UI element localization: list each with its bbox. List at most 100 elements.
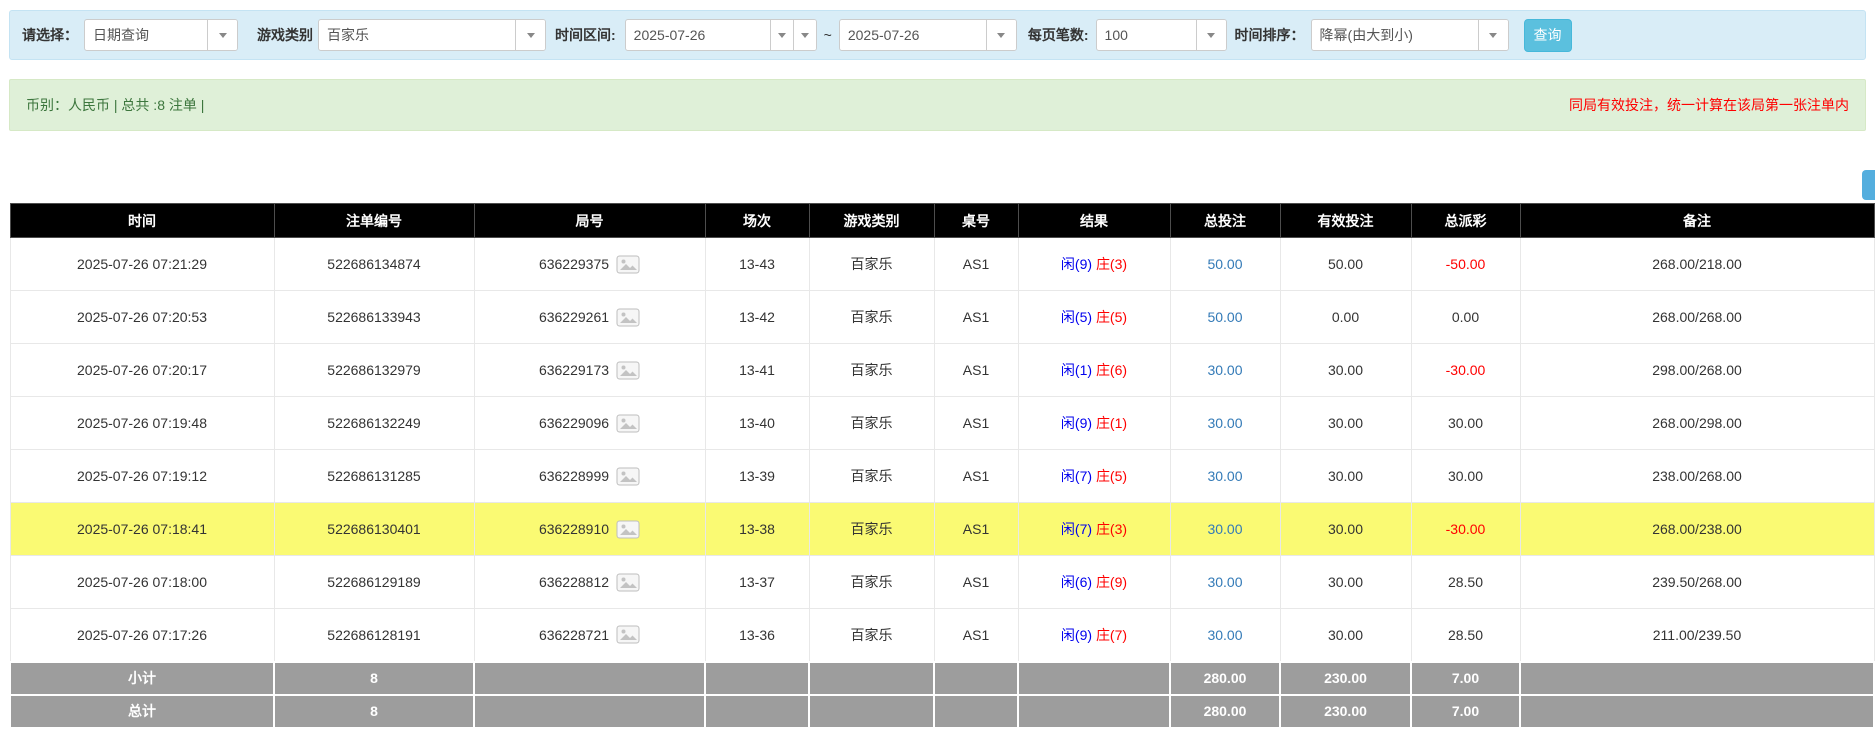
date-from-dropdown-button[interactable] [770, 20, 793, 50]
notice-text: 同局有效投注，统一计算在该局第一张注单内 [1569, 95, 1849, 115]
bet-id-cell: 522686132979 [274, 344, 474, 397]
game-type-dropdown-button[interactable] [515, 20, 545, 50]
total-bet-link[interactable]: 30.00 [1207, 521, 1242, 537]
sort-order-label: 时间排序： [1235, 25, 1305, 45]
round-cell: 636229173 [474, 344, 705, 397]
date-from-calendar-button[interactable] [793, 20, 816, 50]
table-row: 2025-07-26 07:20:17 522686132979 6362291… [10, 344, 1874, 397]
bet-records-table: 时间注单编号局号场次游戏类别桌号结果总投注有效投注总派彩备注 2025-07-2… [9, 203, 1875, 729]
replay-image-icon[interactable] [616, 520, 640, 539]
footer-label-cell: 小计 [10, 662, 274, 695]
replay-image-icon[interactable] [616, 625, 640, 644]
table-number-cell: AS1 [934, 450, 1018, 503]
bet-records-table-wrap: 时间注单编号局号场次游戏类别桌号结果总投注有效投注总派彩备注 2025-07-2… [9, 203, 1875, 729]
game-type-label: 游戏类别 [257, 25, 313, 45]
session-cell: 13-38 [705, 503, 809, 556]
note-cell: 268.00/298.00 [1520, 397, 1874, 450]
replay-image-icon[interactable] [616, 308, 640, 327]
note-cell: 239.50/268.00 [1520, 556, 1874, 609]
total-bet-link[interactable]: 30.00 [1207, 574, 1242, 590]
table-body: 2025-07-26 07:21:29 522686134874 6362293… [10, 238, 1874, 662]
bet-id-cell: 522686133943 [274, 291, 474, 344]
partial-button[interactable] [1862, 170, 1875, 200]
date-to-dropdown-button[interactable] [986, 20, 1016, 50]
column-header: 时间 [10, 204, 274, 238]
footer-valid-bet-cell: 230.00 [1280, 695, 1411, 728]
round-number: 636229261 [539, 309, 609, 325]
valid-bet-cell: 0.00 [1280, 291, 1411, 344]
payout-cell: -50.00 [1411, 238, 1520, 291]
date-from-input[interactable] [626, 20, 770, 50]
bet-id-cell: 522686134874 [274, 238, 474, 291]
session-cell: 13-37 [705, 556, 809, 609]
result-cell: 闲(9) 庄(7) [1018, 609, 1170, 662]
total-bet-link[interactable]: 50.00 [1207, 256, 1242, 272]
footer-payout-cell: 7.00 [1411, 662, 1520, 695]
total-bet-link[interactable]: 30.00 [1207, 362, 1242, 378]
game-type-cell: 百家乐 [809, 397, 934, 450]
note-cell: 298.00/268.00 [1520, 344, 1874, 397]
payout-cell: -30.00 [1411, 344, 1520, 397]
valid-bet-cell: 30.00 [1280, 609, 1411, 662]
search-button[interactable]: 查询 [1524, 19, 1572, 52]
round-number: 636228910 [539, 521, 609, 537]
round-number: 636228721 [539, 627, 609, 643]
footer-valid-bet-cell: 230.00 [1280, 662, 1411, 695]
table-row: 2025-07-26 07:18:00 522686129189 6362288… [10, 556, 1874, 609]
total-bet-link[interactable]: 30.00 [1207, 468, 1242, 484]
date-to-input[interactable] [840, 20, 986, 50]
time-cell: 2025-07-26 07:21:29 [10, 238, 274, 291]
valid-bet-cell: 50.00 [1280, 238, 1411, 291]
replay-image-icon[interactable] [616, 255, 640, 274]
banker-result: 庄(3) [1096, 256, 1127, 272]
filter-bar: 请选择： 游戏类别 时间区间: ~ 每页笔数: 时间排序： 查询 [9, 10, 1866, 60]
time-cell: 2025-07-26 07:20:17 [10, 344, 274, 397]
result-cell: 闲(9) 庄(3) [1018, 238, 1170, 291]
replay-image-icon[interactable] [616, 573, 640, 592]
game-type-input[interactable] [319, 20, 515, 50]
player-result: 闲(9) [1061, 256, 1092, 272]
sort-order-input[interactable] [1312, 20, 1478, 50]
valid-bet-cell: 30.00 [1280, 503, 1411, 556]
sort-order-dropdown-button[interactable] [1478, 20, 1508, 50]
chevron-down-icon [778, 33, 786, 38]
note-cell: 238.00/268.00 [1520, 450, 1874, 503]
game-type-cell: 百家乐 [809, 291, 934, 344]
round-cell: 636228812 [474, 556, 705, 609]
column-header: 桌号 [934, 204, 1018, 238]
replay-image-icon[interactable] [616, 414, 640, 433]
total-bet-link[interactable]: 30.00 [1207, 627, 1242, 643]
column-header: 场次 [705, 204, 809, 238]
table-header-row: 时间注单编号局号场次游戏类别桌号结果总投注有效投注总派彩备注 [10, 204, 1874, 238]
player-result: 闲(6) [1061, 574, 1092, 590]
table-footer: 小计 8 280.00 230.00 7.00 总计 8 280.00 230.… [10, 662, 1874, 728]
total-bet-link[interactable]: 30.00 [1207, 415, 1242, 431]
footer-count-cell: 8 [274, 662, 474, 695]
round-number: 636229375 [539, 256, 609, 272]
replay-image-icon[interactable] [616, 467, 640, 486]
time-cell: 2025-07-26 07:19:12 [10, 450, 274, 503]
table-row: 2025-07-26 07:20:53 522686133943 6362292… [10, 291, 1874, 344]
valid-bet-cell: 30.00 [1280, 556, 1411, 609]
time-cell: 2025-07-26 07:20:53 [10, 291, 274, 344]
column-header: 总派彩 [1411, 204, 1520, 238]
page-size-input[interactable] [1097, 20, 1196, 50]
page-size-dropdown-button[interactable] [1196, 20, 1226, 50]
replay-image-icon[interactable] [616, 361, 640, 380]
result-cell: 闲(9) 庄(1) [1018, 397, 1170, 450]
query-type-input[interactable] [85, 20, 207, 50]
payout-cell: 30.00 [1411, 397, 1520, 450]
range-separator: ~ [824, 27, 832, 43]
banker-result: 庄(5) [1096, 309, 1127, 325]
payout-cell: 28.50 [1411, 609, 1520, 662]
column-header: 备注 [1520, 204, 1874, 238]
round-number: 636229173 [539, 362, 609, 378]
chevron-down-icon [1489, 33, 1497, 38]
footer-payout-cell: 7.00 [1411, 695, 1520, 728]
session-cell: 13-39 [705, 450, 809, 503]
total-bet-link[interactable]: 50.00 [1207, 309, 1242, 325]
session-cell: 13-40 [705, 397, 809, 450]
result-cell: 闲(7) 庄(5) [1018, 450, 1170, 503]
valid-bet-cell: 30.00 [1280, 397, 1411, 450]
query-type-dropdown-button[interactable] [207, 20, 237, 50]
